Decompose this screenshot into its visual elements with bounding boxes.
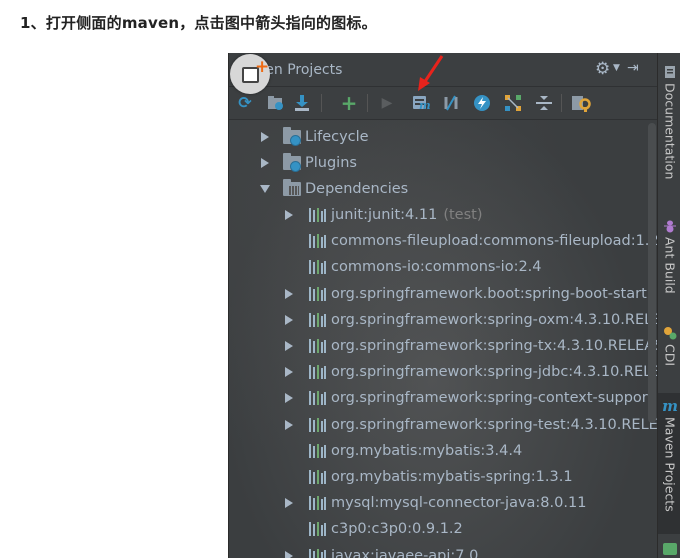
tree-node-lifecycle[interactable]: Lifecycle (261, 125, 369, 149)
library-icon (309, 234, 327, 249)
dependency-item[interactable]: commons-io:commons-io:2.4 (285, 255, 542, 279)
expand-arrow-icon[interactable] (285, 393, 293, 404)
chevron-down-icon[interactable]: ▼ (613, 63, 620, 73)
refresh-icon[interactable]: ⟳ (234, 92, 256, 114)
dependency-item[interactable]: junit:junit:4.11 (test) (285, 203, 482, 227)
dependency-item[interactable]: mysql:mysql-connector-java:8.0.11 (285, 491, 586, 515)
library-icon (309, 312, 327, 327)
library-icon (309, 443, 327, 458)
toggle-offline-icon[interactable] (440, 92, 462, 114)
dependency-label: mysql:mysql-connector-java:8.0.11 (331, 495, 587, 512)
library-icon (309, 417, 327, 432)
run-icon[interactable]: ▶ (376, 92, 398, 114)
sidebar-tab-ant-build[interactable]: Ant Build (658, 219, 680, 294)
expand-arrow-icon[interactable] (285, 550, 293, 558)
dependency-item[interactable]: org.mybatis:mybatis:3.4.4 (285, 439, 522, 463)
expand-arrow-icon[interactable] (285, 288, 293, 299)
library-icon (309, 339, 327, 353)
expand-arrow-icon[interactable] (285, 314, 293, 325)
settings-icon[interactable] (570, 92, 592, 114)
dependency-label: org.springframework:spring-context-suppo… (331, 390, 648, 407)
dependency-label: org.springframework:spring-test:4.3.10.R… (331, 416, 658, 433)
show-dependencies-icon[interactable] (502, 92, 524, 114)
dependency-label: junit:junit:4.11 (331, 207, 438, 223)
dependency-item[interactable]: org.springframework:spring-tx:4.3.10.REL… (285, 334, 663, 358)
library-icon (309, 548, 327, 558)
expand-arrow-icon[interactable] (285, 367, 293, 378)
dependency-item[interactable]: org.springframework.boot:spring-boot-sta… (285, 282, 647, 306)
library-icon (309, 260, 327, 275)
add-maven-project-icon[interactable]: + (230, 54, 270, 94)
documentation-icon (665, 66, 675, 78)
dependency-scope: (test) (443, 207, 483, 223)
collapse-all-icon[interactable] (533, 92, 555, 114)
dependency-item[interactable]: org.mybatis:mybatis-spring:1.3.1 (285, 465, 573, 489)
library-icon (309, 365, 327, 380)
download-icon[interactable] (291, 92, 313, 114)
dependency-item[interactable]: org.springframework:spring-context-suppo… (285, 386, 648, 410)
reimport-folder-icon[interactable] (265, 92, 287, 114)
expand-arrow-icon[interactable] (285, 210, 293, 220)
dependency-item[interactable]: org.springframework:spring-jdbc:4.3.10.R… (285, 360, 660, 384)
dependency-label: org.springframework:spring-jdbc:4.3.10.R… (331, 364, 661, 381)
expand-arrow-icon[interactable] (285, 419, 293, 430)
expand-arrow-icon[interactable] (285, 341, 293, 351)
library-icon (309, 496, 327, 511)
dependency-label: commons-io:commons-io:2.4 (331, 259, 542, 276)
dependency-item[interactable]: c3p0:c3p0:0.9.1.2 (285, 517, 463, 541)
page-heading: 1、打开侧面的maven，点击图中箭头指向的图标。 (20, 14, 377, 32)
dependency-label: c3p0:c3p0:0.9.1.2 (331, 521, 463, 538)
library-icon (309, 470, 327, 484)
red-pointer-arrow-icon (418, 55, 444, 91)
dependency-label: org.springframework.boot:spring-boot-sta… (331, 285, 647, 302)
sidebar-tab-maven-projects[interactable]: m Maven Projects (658, 393, 680, 534)
ide-screenshot: ven Projects ⚙ ▼ ⇥ + ⟳ + ▶ m Lifecycle P… (228, 53, 680, 558)
dependency-label: org.mybatis:mybatis-spring:1.3.1 (331, 469, 573, 485)
dependency-item[interactable]: org.springframework:spring-test:4.3.10.R… (285, 413, 658, 437)
sidebar-tab-documentation[interactable]: Documentation (658, 65, 680, 179)
hide-panel-icon[interactable]: ⇥ (627, 60, 639, 76)
database-icon[interactable] (663, 543, 677, 555)
tree-node-dependencies[interactable]: Dependencies (260, 177, 408, 201)
dependency-label: org.mybatis:mybatis:3.4.4 (331, 442, 523, 459)
add-icon[interactable]: + (338, 92, 360, 114)
dependency-item[interactable]: org.springframework:spring-oxm:4.3.10.RE… (285, 308, 661, 332)
cdi-icon (664, 327, 677, 340)
dependency-label: org.springframework:spring-oxm:4.3.10.RE… (331, 311, 662, 328)
tree-scrollbar[interactable] (648, 123, 656, 423)
library-icon (309, 208, 327, 222)
maven-icon: m (662, 397, 678, 415)
dependency-label: commons-fileupload:commons-fileupload:1.… (331, 233, 659, 250)
dependency-item[interactable]: javax:javaee-api:7.0 (285, 544, 478, 558)
right-tool-sidebar: Documentation Ant Build CDI m Maven Proj… (657, 53, 680, 558)
execute-goal-icon[interactable]: m (410, 92, 432, 114)
library-icon (309, 522, 327, 537)
expand-arrow-icon[interactable] (285, 498, 293, 509)
gear-icon[interactable]: ⚙ (595, 59, 610, 79)
tree-node-plugins[interactable]: Plugins (261, 151, 357, 175)
dependency-item[interactable]: commons-fileupload:commons-fileupload:1.… (285, 229, 659, 253)
sidebar-tab-cdi[interactable]: CDI (658, 326, 680, 366)
library-icon (309, 391, 327, 406)
library-icon (309, 286, 327, 301)
ant-icon (664, 220, 676, 233)
lightning-icon[interactable] (471, 92, 493, 114)
dependency-label: javax:javaee-api:7.0 (331, 547, 479, 558)
dependency-label: org.springframework:spring-tx:4.3.10.REL… (331, 338, 664, 354)
